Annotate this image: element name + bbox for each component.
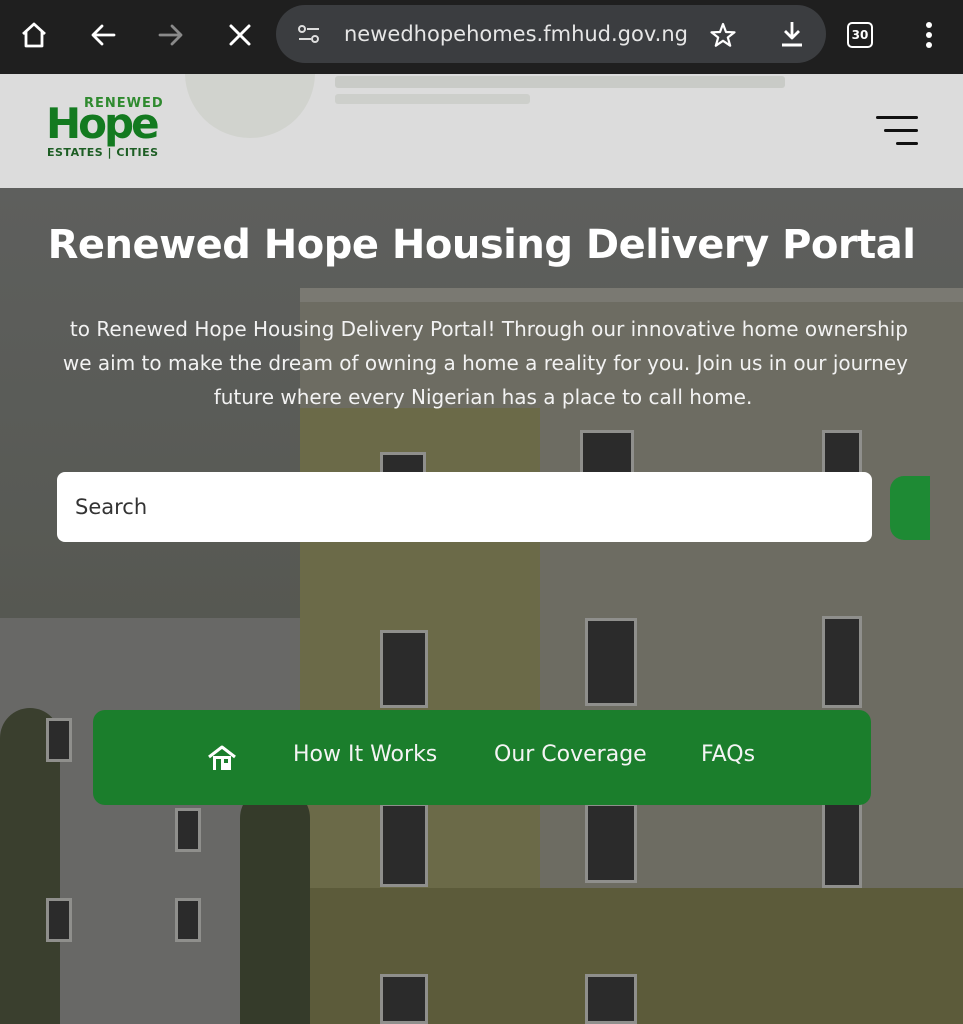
house-icon[interactable]: [207, 744, 237, 772]
more-icon[interactable]: [906, 12, 952, 58]
building-window: [175, 898, 201, 942]
building-window: [580, 430, 634, 476]
faded-header-subtext: [335, 94, 530, 104]
building-window: [585, 974, 637, 1024]
hero-description: to Renewed Hope Housing Delivery Portal!…: [58, 312, 908, 422]
web-page: RENEWED Hope ESTATES | CITIES Renewed Ho…: [0, 74, 963, 1024]
hero-section: Renewed Hope Housing Delivery Portal to …: [0, 188, 963, 1024]
download-icon[interactable]: [778, 19, 806, 53]
nav-faqs[interactable]: FAQs: [701, 742, 755, 767]
home-icon[interactable]: [11, 12, 57, 58]
logo-bottom-text: ESTATES | CITIES: [47, 146, 159, 159]
building-window: [46, 718, 72, 762]
search-button[interactable]: [890, 476, 930, 540]
building-window: [46, 898, 72, 942]
tab-count: 30: [851, 28, 869, 42]
search-input[interactable]: [57, 472, 872, 542]
renewed-hope-logo[interactable]: RENEWED Hope ESTATES | CITIES: [46, 96, 166, 164]
site-settings-icon[interactable]: [296, 22, 322, 50]
nav-how-it-works[interactable]: How It Works: [293, 742, 437, 767]
forward-icon[interactable]: [148, 12, 194, 58]
tree: [240, 788, 310, 1024]
tab-switcher-button[interactable]: 30: [847, 22, 873, 48]
menu-line: [896, 142, 918, 145]
site-header: RENEWED Hope ESTATES | CITIES: [0, 74, 963, 188]
hero-title: Renewed Hope Housing Delivery Portal: [47, 222, 916, 268]
close-icon[interactable]: [217, 12, 263, 58]
logo-main-text: Hope: [46, 99, 160, 148]
nav-our-coverage[interactable]: Our Coverage: [494, 742, 647, 767]
hero-nav-bar: How It Works Our Coverage FAQs: [93, 710, 871, 805]
address-bar[interactable]: newedhopehomes.fmhud.gov.ng: [276, 5, 826, 63]
faded-header-text: [335, 76, 785, 88]
building-window: [822, 616, 862, 708]
building-window: [585, 618, 637, 706]
browser-toolbar: newedhopehomes.fmhud.gov.ng 30: [0, 0, 963, 74]
building-window: [585, 803, 637, 883]
menu-icon[interactable]: [872, 114, 918, 148]
background-building-roof: [300, 288, 963, 302]
building-window: [380, 630, 428, 708]
building-window: [380, 974, 428, 1024]
star-icon[interactable]: [709, 21, 737, 53]
building-window: [380, 803, 428, 887]
building-window: [822, 798, 862, 888]
hero-description-line: we aim to make the dream of owning a hom…: [62, 351, 908, 375]
menu-line: [876, 116, 918, 119]
hero-description-line: future where every Nigerian has a place …: [213, 385, 753, 409]
url-text[interactable]: newedhopehomes.fmhud.gov.ng: [344, 22, 688, 46]
building-window: [175, 808, 201, 852]
menu-line: [884, 129, 918, 132]
back-icon[interactable]: [80, 12, 126, 58]
government-seal-faded: [185, 74, 315, 138]
hero-description-line: to Renewed Hope Housing Delivery Portal!…: [69, 317, 908, 341]
